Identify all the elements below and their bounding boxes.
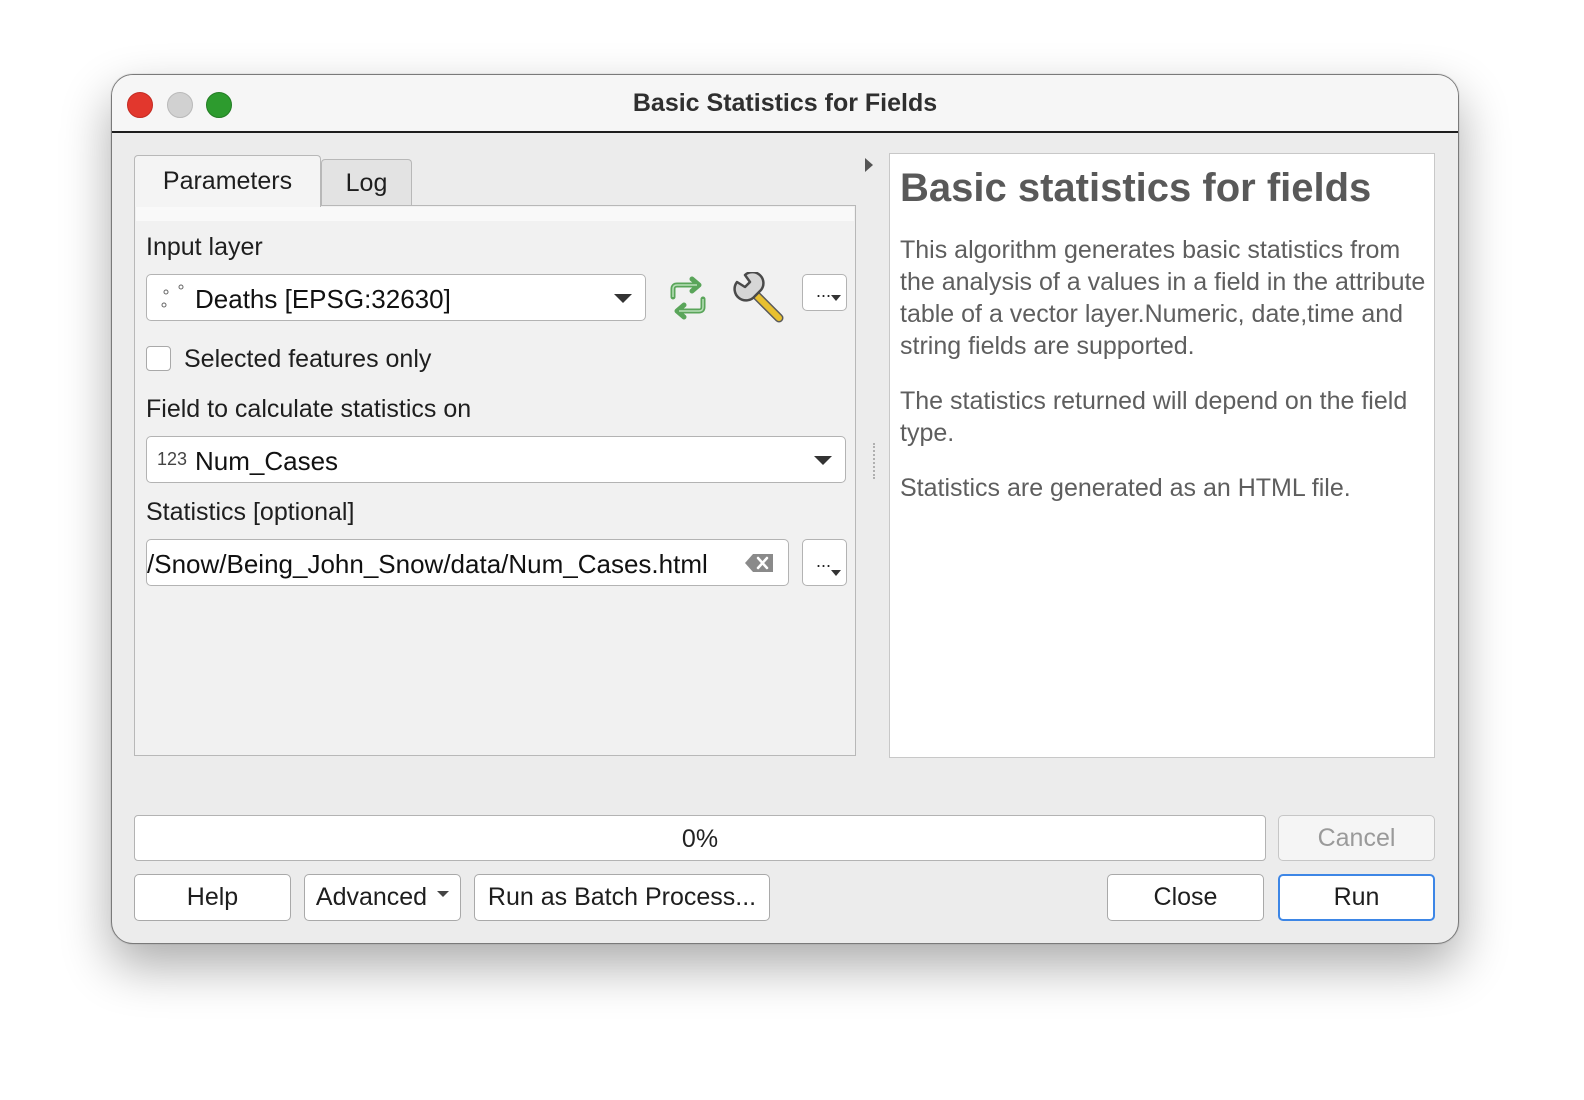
statistics-label: Statistics [optional] bbox=[146, 498, 355, 526]
help-pane: Basic statistics for fields This algorit… bbox=[889, 153, 1435, 758]
input-layer-options-button[interactable]: ... bbox=[802, 274, 847, 311]
run-batch-button[interactable]: Run as Batch Process... bbox=[474, 874, 770, 921]
selected-features-label[interactable]: Selected features only bbox=[184, 345, 431, 374]
help-paragraph: The statistics returned will depend on t… bbox=[900, 387, 1408, 447]
field-value: Num_Cases bbox=[195, 446, 339, 476]
tab-parameters[interactable]: Parameters bbox=[134, 155, 321, 207]
close-button[interactable]: Close bbox=[1107, 874, 1264, 921]
advanced-button[interactable]: Advanced bbox=[304, 874, 461, 921]
numeric-field-icon: 123 bbox=[157, 449, 188, 469]
progress-text: 0% bbox=[681, 825, 719, 853]
clear-text-icon[interactable] bbox=[744, 553, 774, 573]
input-layer-value: Deaths [EPSG:32630] bbox=[195, 284, 451, 314]
wrench-icon[interactable] bbox=[733, 272, 787, 326]
help-title: Basic statistics for fields bbox=[900, 166, 1372, 210]
statistics-output-field[interactable]: /Snow/Being_John_Snow/data/Num_Cases.htm… bbox=[146, 539, 789, 586]
splitter-handle[interactable] bbox=[873, 443, 877, 479]
help-paragraph: This algorithm generates basic statistic… bbox=[900, 236, 1426, 360]
chevron-down-icon bbox=[614, 294, 632, 303]
dialog-window: Basic Statistics for Fields Parameters L… bbox=[111, 74, 1459, 944]
input-layer-label: Input layer bbox=[146, 233, 263, 261]
statistics-output-value: /Snow/Being_John_Snow/data/Num_Cases.htm… bbox=[147, 549, 708, 579]
refresh-icon[interactable] bbox=[665, 276, 711, 320]
field-label: Field to calculate statistics on bbox=[146, 395, 472, 423]
collapse-arrow-icon[interactable] bbox=[865, 158, 873, 172]
statistics-output-options-button[interactable]: ... bbox=[802, 539, 847, 586]
help-button[interactable]: Help bbox=[134, 874, 291, 921]
dropdown-caret-icon bbox=[437, 890, 450, 897]
input-layer-combo[interactable]: Deaths [EPSG:32630] bbox=[146, 274, 646, 321]
tab-log[interactable]: Log bbox=[321, 159, 412, 207]
cancel-button[interactable]: Cancel bbox=[1278, 815, 1435, 861]
chevron-down-icon bbox=[814, 456, 832, 465]
point-layer-icon bbox=[161, 284, 184, 308]
run-button[interactable]: Run bbox=[1278, 874, 1435, 921]
parameters-panel: Input layer Deaths [EPSG:32630] ... Sele… bbox=[134, 205, 856, 756]
selected-features-checkbox[interactable] bbox=[146, 346, 171, 371]
field-combo[interactable]: 123 Num_Cases bbox=[146, 436, 846, 483]
advanced-label: Advanced bbox=[315, 883, 428, 911]
help-paragraph: Statistics are generated as an HTML file… bbox=[900, 474, 1351, 502]
window-title: Basic Statistics for Fields bbox=[632, 89, 938, 117]
title-bar[interactable]: Basic Statistics for Fields bbox=[112, 75, 1458, 133]
progress-bar: 0% bbox=[134, 815, 1266, 861]
